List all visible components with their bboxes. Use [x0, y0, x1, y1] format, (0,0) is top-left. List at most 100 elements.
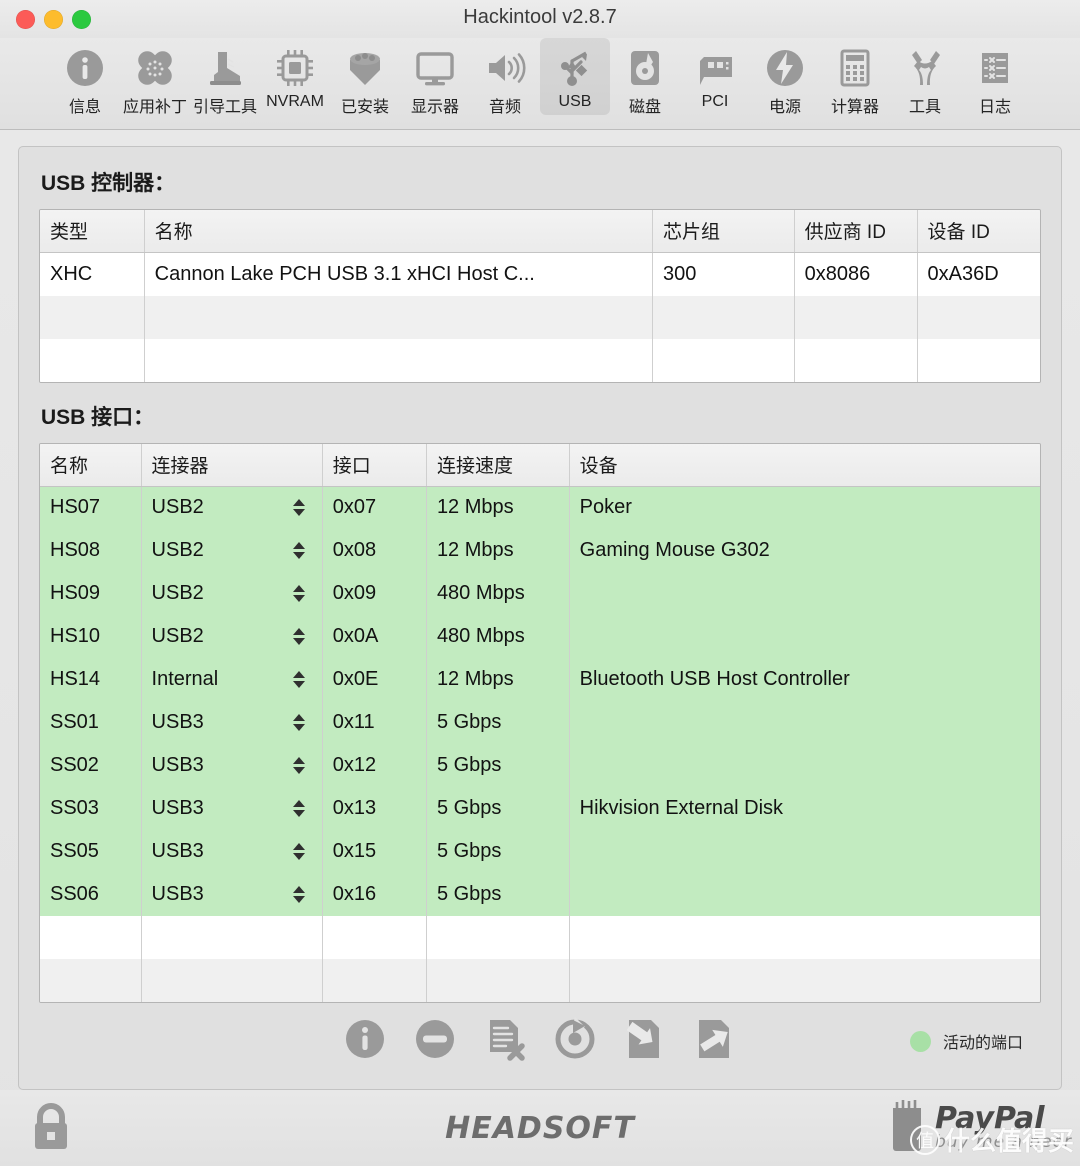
cell-connector[interactable]: USB2 — [141, 529, 323, 572]
table-row[interactable]: XHC Cannon Lake PCH USB 3.1 xHCI Host C.… — [40, 252, 1040, 296]
toolbar-label: 显示器 — [410, 99, 459, 116]
table-row[interactable]: SS03 USB3 0x13 5 Gbps Hikvision External… — [40, 787, 1040, 830]
monitor-icon — [414, 44, 456, 92]
table-row[interactable]: HS10 USB2 0x0A 480 Mbps — [40, 615, 1040, 658]
cell-empty — [426, 916, 570, 959]
table-header-row: 类型 名称 芯片组 供应商 ID 设备 ID — [40, 210, 1040, 253]
cell-port: 0x08 — [322, 529, 427, 572]
toolbar-label: 电源 — [768, 99, 801, 116]
table-row[interactable]: SS06 USB3 0x16 5 Gbps — [40, 873, 1040, 916]
connector-value: Internal — [151, 668, 219, 690]
toolbar-item-boot-tools[interactable]: 引导工具 — [190, 38, 260, 121]
toolbar-item-app-patch[interactable]: 应用补丁 — [120, 38, 190, 121]
stepper-icon[interactable] — [292, 882, 306, 908]
package-icon — [344, 44, 386, 92]
refresh-button[interactable] — [552, 1016, 598, 1066]
column-header-connector[interactable]: 连接器 — [141, 443, 323, 487]
stepper-icon[interactable] — [292, 495, 306, 521]
table-row[interactable]: HS08 USB2 0x08 12 Mbps Gaming Mouse G302 — [40, 529, 1040, 572]
column-header-port[interactable]: 接口 — [322, 443, 427, 487]
column-header-device-id[interactable]: 设备 ID — [917, 210, 1040, 253]
cell-empty — [569, 916, 1040, 959]
column-header-type[interactable]: 类型 — [40, 210, 145, 253]
stepper-icon[interactable] — [292, 624, 306, 650]
cell-connector[interactable]: USB2 — [141, 486, 323, 529]
info-button[interactable] — [342, 1018, 388, 1064]
remove-button[interactable] — [412, 1018, 458, 1064]
toolbar-item-installed[interactable]: 已安装 — [330, 38, 400, 121]
cell-connector[interactable]: Internal — [141, 658, 323, 701]
table-row[interactable]: HS09 USB2 0x09 480 Mbps — [40, 572, 1040, 615]
disk-icon — [624, 44, 666, 92]
cell-connector[interactable]: USB2 — [141, 572, 323, 615]
cell-speed: 12 Mbps — [426, 529, 570, 572]
toolbar-item-audio[interactable]: 音频 — [470, 38, 540, 121]
interface-table: 名称 连接器 接口 连接速度 设备 HS07 USB2 0x07 12 Mbps… — [40, 443, 1040, 1002]
paypal-text-block: PayPal buy me a beer — [935, 1104, 1072, 1152]
cell-port: 0x13 — [322, 787, 427, 830]
cell-empty — [40, 295, 145, 339]
stepper-icon[interactable] — [292, 710, 306, 736]
cell-connector[interactable]: USB3 — [141, 787, 323, 830]
import-button[interactable] — [622, 1018, 668, 1064]
column-header-speed[interactable]: 连接速度 — [426, 443, 570, 487]
interface-table-head: 名称 连接器 接口 连接速度 设备 — [40, 443, 1040, 487]
cell-connector[interactable]: USB3 — [141, 873, 323, 916]
stepper-icon[interactable] — [292, 581, 306, 607]
connector-value: USB2 — [151, 625, 204, 647]
table-row[interactable]: SS01 USB3 0x11 5 Gbps — [40, 701, 1040, 744]
cell-empty — [652, 295, 795, 339]
toolbar-item-display[interactable]: 显示器 — [400, 38, 470, 121]
toolbar-item-calculator[interactable]: 计算器 — [820, 38, 890, 121]
cell-speed: 5 Gbps — [426, 873, 570, 916]
cell-port: 0x0E — [322, 658, 427, 701]
table-row[interactable]: SS05 USB3 0x15 5 Gbps — [40, 830, 1040, 873]
delete-file-button[interactable] — [482, 1018, 528, 1064]
column-header-vendor-id[interactable]: 供应商 ID — [794, 210, 918, 253]
table-row[interactable]: HS07 USB2 0x07 12 Mbps Poker — [40, 486, 1040, 529]
log-list-icon — [974, 44, 1016, 92]
legend-color-swatch — [909, 1030, 931, 1052]
toolbar-item-info[interactable]: 信息 — [50, 38, 120, 121]
toolbar-item-nvram[interactable]: NVRAM — [260, 38, 330, 115]
cell-port: 0x07 — [322, 486, 427, 529]
cell-connector[interactable]: USB3 — [141, 744, 323, 787]
toolbar-item-log[interactable]: 日志 — [960, 38, 1030, 121]
cell-port-name: HS08 — [40, 529, 142, 572]
toolbar-label: 音频 — [488, 99, 521, 116]
cell-speed: 5 Gbps — [426, 787, 570, 830]
column-header-device[interactable]: 设备 — [569, 443, 1040, 487]
cell-empty — [917, 338, 1040, 382]
refresh-icon — [553, 1016, 597, 1066]
stepper-icon[interactable] — [292, 753, 306, 779]
stepper-icon[interactable] — [292, 839, 306, 865]
column-header-name[interactable]: 名称 — [144, 210, 653, 253]
content-panel: USB 控制器： 类型 名称 芯片组 供应商 ID 设备 ID XHC Cann… — [18, 146, 1062, 1090]
power-bolt-icon — [764, 44, 806, 92]
connector-value: USB2 — [151, 582, 204, 604]
export-button[interactable] — [692, 1018, 738, 1064]
table-row[interactable]: HS14 Internal 0x0E 12 Mbps Bluetooth USB… — [40, 658, 1040, 701]
cell-connector[interactable]: USB3 — [141, 701, 323, 744]
column-header-name[interactable]: 名称 — [40, 443, 142, 487]
toolbar-item-power[interactable]: 电源 — [750, 38, 820, 121]
paypal-donate-button[interactable]: PayPal buy me a beer — [883, 1098, 1072, 1159]
stepper-icon[interactable] — [292, 538, 306, 564]
stepper-icon[interactable] — [292, 796, 306, 822]
usb-controller-table: 类型 名称 芯片组 供应商 ID 设备 ID XHC Cannon Lake P… — [39, 209, 1041, 383]
cell-speed: 12 Mbps — [426, 658, 570, 701]
toolbar-item-usb[interactable]: USB — [540, 38, 610, 115]
toolbar-item-tools[interactable]: 工具 — [890, 38, 960, 121]
toolbar-item-pci[interactable]: PCI — [680, 38, 750, 115]
column-header-chipset[interactable]: 芯片组 — [652, 210, 795, 253]
stepper-icon[interactable] — [292, 667, 306, 693]
toolbar-label: 应用补丁 — [122, 99, 187, 116]
toolbar-label: 计算器 — [830, 99, 879, 116]
cell-connector[interactable]: USB3 — [141, 830, 323, 873]
table-row[interactable]: SS02 USB3 0x12 5 Gbps — [40, 744, 1040, 787]
paypal-tagline: buy me a beer — [935, 1131, 1072, 1152]
boot-icon — [204, 44, 246, 92]
toolbar-item-disk[interactable]: 磁盘 — [610, 38, 680, 121]
cell-port-name: SS06 — [40, 873, 142, 916]
cell-connector[interactable]: USB2 — [141, 615, 323, 658]
